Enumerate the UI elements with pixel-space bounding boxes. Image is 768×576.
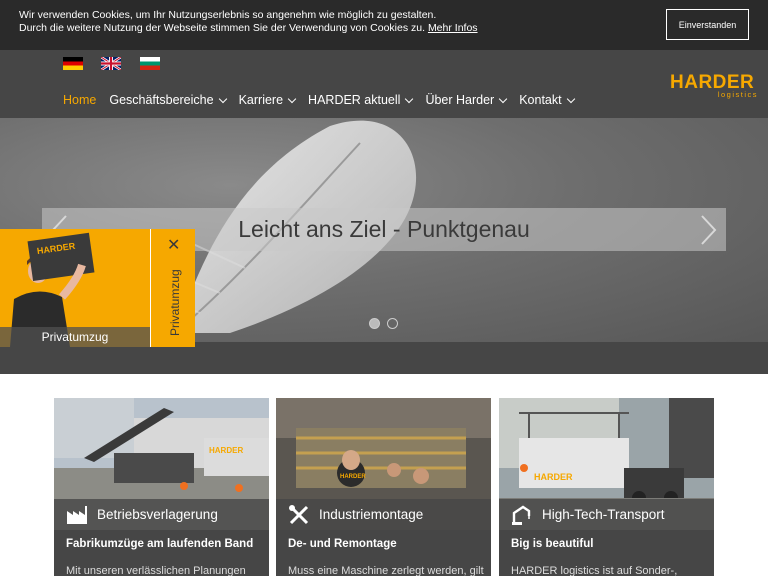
bg-flag-icon[interactable]	[140, 57, 160, 70]
site-header: Home Geschäftsbereiche Karriere HARDER a…	[0, 50, 768, 118]
chevron-down-icon	[405, 94, 414, 103]
chevron-right-icon[interactable]	[700, 214, 718, 246]
card-title-bar: Industriemontage	[276, 499, 491, 530]
card-title-bar: Betriebsverlagerung	[54, 499, 269, 530]
privatumzug-label: Privatumzug	[0, 327, 150, 347]
card-title: Industriemontage	[319, 507, 424, 522]
card-subtitle: De- und Remontage	[288, 538, 397, 550]
card-text: Mit unseren verlässlichen Planungen	[66, 565, 246, 576]
accept-cookies-button[interactable]: Einverstanden	[666, 9, 749, 40]
card-title: High-Tech-Transport	[542, 507, 665, 522]
tools-icon	[289, 504, 309, 524]
cookie-text: Wir verwenden Cookies, um Ihr Nutzungser…	[19, 9, 478, 35]
card-betriebsverlagerung[interactable]: HARDER Betriebsverlagerung Fabrikumzüge …	[54, 398, 269, 576]
main-navigation: Home Geschäftsbereiche Karriere HARDER a…	[63, 93, 587, 107]
cookie-line-1: Wir verwenden Cookies, um Ihr Nutzungser…	[19, 9, 437, 21]
close-icon[interactable]: ✕	[167, 235, 180, 255]
nav-harder-aktuell[interactable]: HARDER aktuell	[308, 93, 414, 107]
nav-karriere[interactable]: Karriere	[239, 93, 297, 107]
card-high-tech-transport[interactable]: HARDER High-Tech-Transport Big is beauti…	[499, 398, 714, 576]
card-title: Betriebsverlagerung	[97, 507, 218, 522]
more-info-link[interactable]: Mehr Infos	[428, 22, 478, 34]
card-subtitle: Fabrikumzüge am laufenden Band	[66, 538, 254, 550]
svg-text:HARDER: HARDER	[340, 474, 366, 480]
de-flag-icon[interactable]	[63, 57, 83, 70]
nav-home[interactable]: Home	[63, 93, 96, 107]
crane-icon	[512, 505, 531, 525]
nav-ueber-harder[interactable]: Über Harder	[425, 93, 508, 107]
privatumzug-popup[interactable]: HARDER Privatumzug ✕ Privatumzug	[0, 229, 195, 347]
slider-dot-2[interactable]	[387, 318, 398, 329]
en-flag-icon[interactable]	[101, 57, 121, 70]
cookie-banner: Wir verwenden Cookies, um Ihr Nutzungser…	[0, 0, 768, 50]
card-text: HARDER logistics ist auf Sonder-,	[511, 565, 678, 576]
svg-text:HARDER: HARDER	[209, 446, 243, 455]
privatumzug-vertical-label: Privatumzug	[168, 269, 182, 336]
chevron-down-icon	[498, 94, 508, 103]
card-title-bar: High-Tech-Transport	[499, 499, 714, 530]
privatumzug-image[interactable]: HARDER Privatumzug	[0, 229, 150, 347]
cookie-line-2: Durch die weitere Nutzung der Webseite s…	[19, 22, 478, 34]
card-industriemontage[interactable]: HARDER Industriemontage De- und Remontag…	[276, 398, 491, 576]
nav-geschaeftsbereiche[interactable]: Geschäftsbereiche	[109, 93, 227, 107]
svg-text:HARDER: HARDER	[534, 472, 573, 482]
slider-dot-1[interactable]	[369, 318, 380, 329]
card-text: Muss eine Maschine zerlegt werden, gilt	[288, 565, 484, 576]
harder-logo[interactable]: HARDER logistics	[670, 72, 760, 99]
chevron-down-icon	[566, 94, 575, 103]
chevron-down-icon	[287, 94, 297, 103]
card-subtitle: Big is beautiful	[511, 538, 594, 550]
privatumzug-side-tab[interactable]: ✕ Privatumzug	[150, 229, 195, 347]
nav-kontakt[interactable]: Kontakt	[519, 93, 575, 107]
chevron-down-icon	[218, 94, 227, 103]
factory-icon	[67, 505, 87, 524]
